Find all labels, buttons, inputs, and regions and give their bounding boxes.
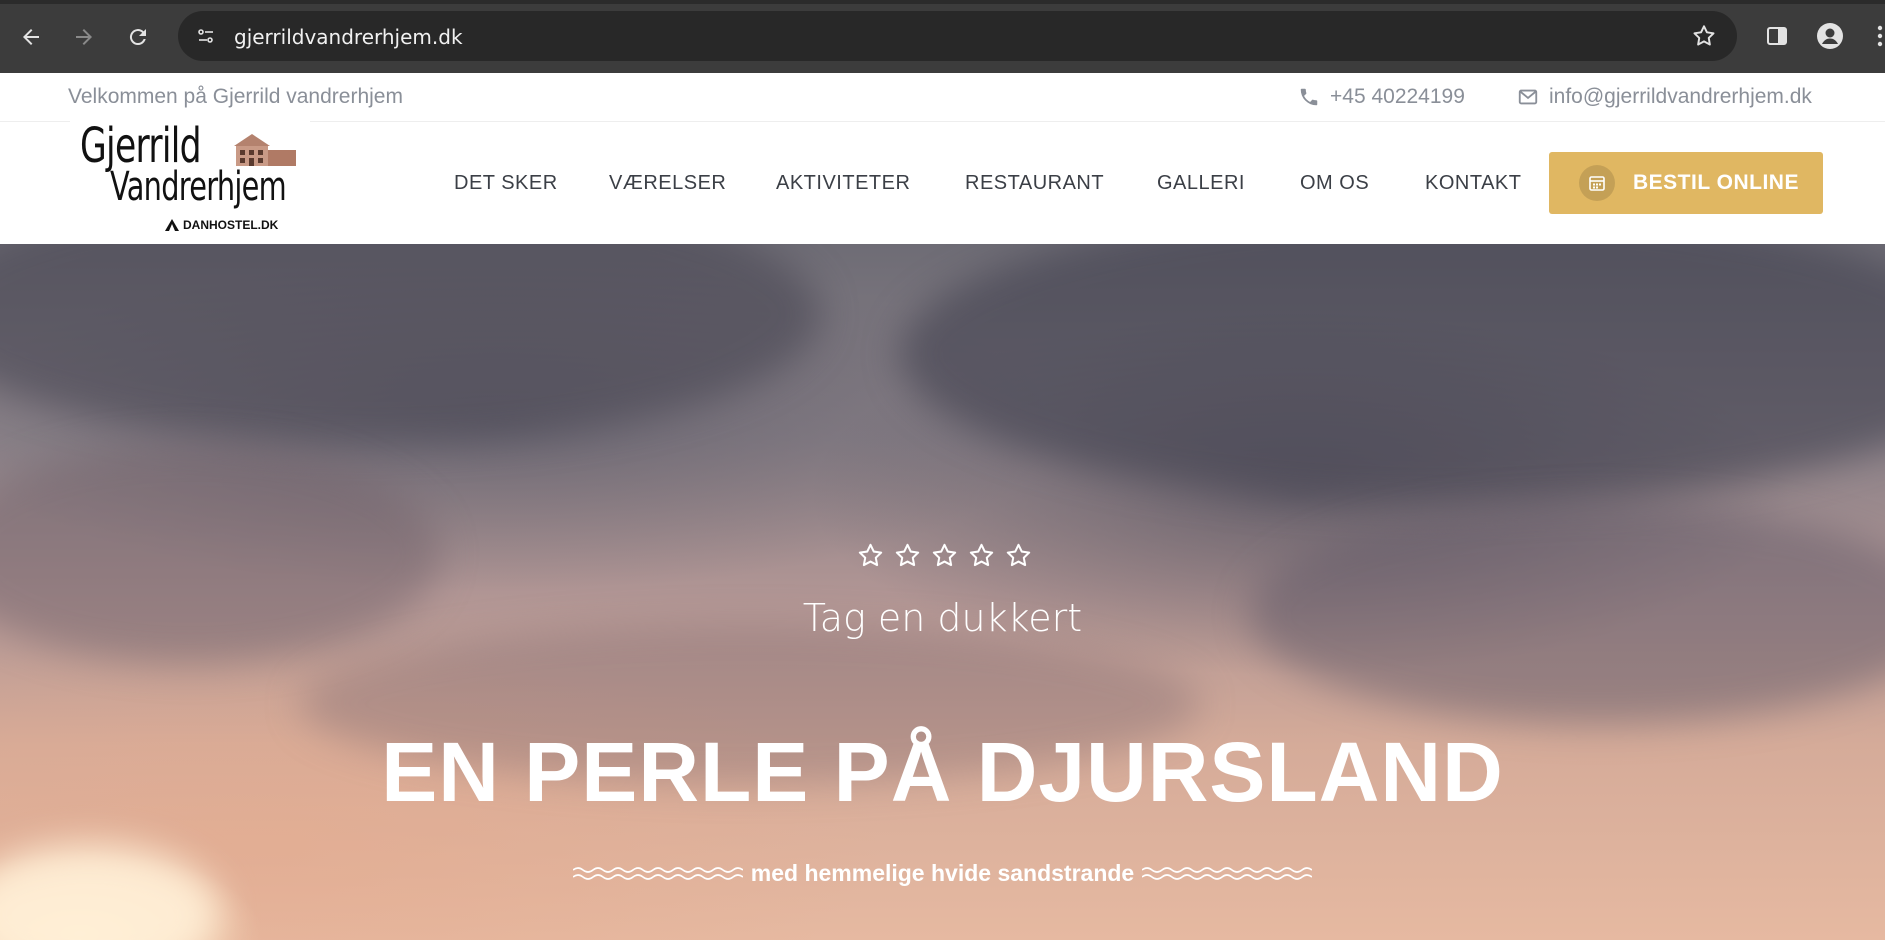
phone-number[interactable]: +45 40224199 bbox=[1330, 85, 1465, 109]
hero-subtitle: Tag en dukkert bbox=[802, 596, 1083, 640]
forward-arrow-icon bbox=[76, 29, 92, 45]
wave-divider-icon bbox=[1142, 866, 1313, 880]
cloud-shape bbox=[0, 244, 820, 444]
star-icon bbox=[895, 543, 920, 567]
wave-divider-icon bbox=[572, 866, 743, 880]
cloud-shape bbox=[900, 244, 1885, 504]
menu-kebab-icon[interactable] bbox=[1866, 22, 1885, 50]
site-info-icon[interactable] bbox=[192, 23, 220, 49]
envelope-icon bbox=[1518, 89, 1538, 105]
nav-item-det-sker[interactable]: DET SKER bbox=[454, 172, 558, 195]
side-panel-icon[interactable] bbox=[1763, 22, 1791, 50]
nav-item-om-os[interactable]: OM OS bbox=[1300, 172, 1369, 195]
hero-banner: Tag en dukkert EN PERLE PÅ DJURSLAND med… bbox=[0, 244, 1885, 940]
star-icon bbox=[969, 543, 994, 567]
book-online-button[interactable]: BESTIL ONLINE bbox=[1549, 152, 1823, 214]
nav-item-galleri[interactable]: GALLERI bbox=[1157, 172, 1245, 195]
profile-icon[interactable] bbox=[1816, 22, 1844, 50]
logo-sub-text: DANHOSTEL.DK bbox=[183, 218, 279, 232]
nav-item-aktiviteter[interactable]: AKTIVITETER bbox=[776, 172, 910, 195]
tab-strip-edge bbox=[0, 0, 1885, 4]
star-icon bbox=[858, 543, 883, 567]
top-info-bar: Velkommen på Gjerrild vandrerhjem +45 40… bbox=[0, 73, 1885, 122]
calendar-icon bbox=[1579, 165, 1615, 201]
hero-tagline: med hemmelige hvide sandstrande bbox=[750, 860, 1135, 886]
back-arrow-icon bbox=[23, 29, 39, 45]
hostel-house-icon bbox=[234, 134, 296, 166]
site-header: Gjerrild Vandrerhjem DANHOSTEL.DK DET SK… bbox=[0, 118, 1885, 247]
phone-link[interactable]: +45 40224199 bbox=[1298, 85, 1465, 109]
reload-button[interactable] bbox=[121, 20, 155, 54]
back-button[interactable] bbox=[14, 20, 48, 54]
welcome-text: Velkommen på Gjerrild vandrerhjem bbox=[68, 85, 403, 108]
reload-icon bbox=[129, 29, 146, 46]
star-icon bbox=[1006, 543, 1031, 567]
logo-line2: Vandrerhjem bbox=[110, 164, 287, 210]
url-text[interactable]: gjerrildvandrerhjem.dk bbox=[234, 25, 463, 49]
phone-icon bbox=[1300, 88, 1318, 106]
book-online-label: BESTIL ONLINE bbox=[1633, 171, 1799, 194]
bookmark-star-icon[interactable] bbox=[1691, 23, 1717, 49]
sun-glow bbox=[0, 844, 220, 940]
email-link[interactable]: info@gjerrildvandrerhjem.dk bbox=[1517, 85, 1812, 109]
site-logo[interactable]: Gjerrild Vandrerhjem DANHOSTEL.DK bbox=[70, 118, 310, 247]
nav-item-kontakt[interactable]: KONTAKT bbox=[1425, 172, 1521, 195]
nav-item-vaerelser[interactable]: VÆRELSER bbox=[609, 172, 726, 195]
forward-button[interactable] bbox=[67, 20, 101, 54]
email-address[interactable]: info@gjerrildvandrerhjem.dk bbox=[1549, 85, 1812, 109]
tent-icon bbox=[165, 219, 179, 231]
hero-tagline-row: med hemmelige hvide sandstrande bbox=[0, 860, 1885, 887]
logo-danhostel: DANHOSTEL.DK bbox=[164, 218, 278, 232]
address-bar[interactable]: gjerrildvandrerhjem.dk bbox=[178, 11, 1737, 61]
nav-item-restaurant[interactable]: RESTAURANT bbox=[965, 172, 1104, 195]
hero-headline: EN PERLE PÅ DJURSLAND bbox=[381, 725, 1504, 819]
rating-stars bbox=[857, 542, 1032, 569]
star-icon bbox=[932, 543, 957, 567]
browser-toolbar: gjerrildvandrerhjem.dk bbox=[0, 0, 1885, 73]
